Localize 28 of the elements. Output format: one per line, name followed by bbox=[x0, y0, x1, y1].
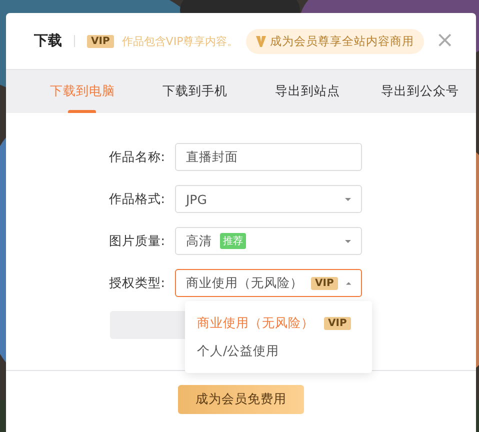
select-field[interactable]: 高清 推荐 bbox=[175, 227, 362, 255]
select-field[interactable]: JPG bbox=[175, 185, 362, 213]
field-value: 商业使用（无风险） bbox=[186, 274, 303, 292]
field-label: 作品格式: bbox=[108, 190, 166, 208]
v-icon bbox=[256, 36, 266, 46]
recommend-tag: 推荐 bbox=[220, 233, 246, 249]
dialog-title: 下载 bbox=[34, 32, 62, 50]
select-field[interactable]: 商业使用（无风险） VIP bbox=[175, 269, 362, 297]
field-label: 授权类型: bbox=[108, 274, 166, 292]
caret-icon bbox=[346, 281, 351, 285]
dropdown-option[interactable]: 商业使用（无风险） VIP bbox=[185, 309, 372, 337]
vip-badge: VIP bbox=[311, 276, 338, 290]
become-member-button[interactable]: 成为会员免费用 bbox=[178, 385, 304, 414]
field-value: JPG bbox=[186, 192, 207, 206]
input-field[interactable]: 直播封面 bbox=[175, 143, 362, 171]
tab[interactable]: 导出到站点 bbox=[251, 70, 364, 113]
vip-note: 作品包含VIP尊享内容。 bbox=[122, 34, 238, 48]
field-label: 作品名称: bbox=[108, 148, 166, 166]
field-value: 直播封面 bbox=[186, 148, 238, 166]
vip-badge: VIP bbox=[87, 34, 114, 48]
tab[interactable]: 下载到手机 bbox=[138, 70, 251, 113]
caret-icon bbox=[345, 239, 351, 243]
tab[interactable]: 导出到公众号 bbox=[364, 70, 476, 113]
vip-badge: VIP bbox=[324, 316, 351, 330]
field-label: 图片质量: bbox=[108, 232, 166, 250]
dropdown-option[interactable]: 个人/公益使用 bbox=[185, 337, 372, 365]
field-value: 高清 bbox=[186, 232, 212, 250]
caret-icon bbox=[345, 197, 351, 201]
